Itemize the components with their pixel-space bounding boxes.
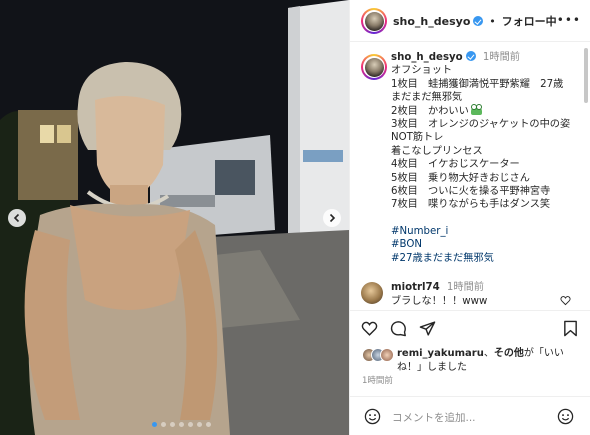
photo-scene: [0, 0, 349, 435]
comment-composer: コメントを追加...: [350, 396, 590, 435]
caption-author-avatar[interactable]: [361, 54, 387, 80]
comment-input[interactable]: コメントを追加...: [392, 410, 476, 425]
slide-dot: [179, 422, 184, 427]
comment: miotrl74 1時間前 ブラしな！！！www: [391, 281, 561, 309]
heart-icon[interactable]: [361, 320, 378, 337]
caption: sho_h_desyo 1時間前 オフショット 1枚目 蛙捕獲御満悦平野紫耀 2…: [391, 51, 581, 265]
likes-summary: remi_yakumaru、その他が「いいね！」しました: [397, 347, 587, 374]
slide-dot: [188, 422, 193, 427]
author-avatar[interactable]: [361, 8, 387, 34]
caption-line: NOT筋トレ: [391, 132, 444, 144]
slide-dot: [206, 422, 211, 427]
action-bar: remi_yakumaru、その他が「いいね！」しました 1時間前 コメントを追…: [350, 310, 590, 435]
caption-line: オフショット: [391, 65, 453, 77]
comments-scrollbar[interactable]: [584, 48, 588, 103]
caption-line: 着こなしプリンセス: [391, 145, 483, 157]
following-button[interactable]: フォロー中: [502, 15, 557, 28]
caption-line: 5枚目 乗り物大好きおじさん: [391, 172, 530, 184]
post-side-panel: sho_h_desyo • フォロー中 ••• sho_h_desyo 1時間前…: [349, 0, 590, 435]
previous-slide-button[interactable]: [8, 209, 26, 227]
caption-line: 2枚目 かわいい: [391, 105, 469, 117]
comment-text: ブラしな！！！www: [391, 296, 488, 307]
slide-dot: [152, 422, 157, 427]
next-slide-button[interactable]: [323, 209, 341, 227]
commenter-avatar[interactable]: [361, 282, 383, 304]
author-username[interactable]: sho_h_desyo: [393, 15, 470, 28]
caption-line: 4枚目 イケおじスケーター: [391, 159, 520, 171]
caption-username[interactable]: sho_h_desyo: [391, 52, 463, 63]
header-separator: •: [489, 15, 496, 28]
slide-dot: [170, 422, 175, 427]
paper-plane-icon[interactable]: [419, 320, 436, 337]
caption-time: 1時間前: [482, 52, 520, 63]
caption-line: 6枚目 ついに火を操る平野神宮寺: [391, 186, 551, 198]
smiley-icon[interactable]: [364, 408, 381, 425]
caption-line: まだまだ無邪気: [391, 92, 463, 104]
author-line: sho_h_desyo • フォロー中: [393, 13, 557, 29]
comment-time: 1時間前: [446, 282, 484, 293]
caption-line: 1枚目 蛙捕獲御満悦平野紫耀 27歳: [391, 78, 564, 90]
verified-badge-icon: [473, 16, 484, 26]
emoji-picker-icon[interactable]: [557, 408, 574, 425]
caption-line: 7枚目 喋りながらも手はダンス笑: [391, 199, 551, 211]
hashtag-link[interactable]: #27歳まだまだ無邪気: [391, 252, 581, 265]
more-options-icon[interactable]: •••: [557, 13, 581, 27]
comment-like-heart-icon[interactable]: [560, 295, 571, 306]
others-link[interactable]: その他: [494, 348, 524, 359]
likers-avatars: [362, 348, 396, 364]
hashtag-link[interactable]: #Number_i: [391, 225, 581, 238]
hashtag-link[interactable]: #BON: [391, 238, 581, 251]
slide-dot: [161, 422, 166, 427]
bookmark-icon[interactable]: [562, 320, 579, 337]
likes-separator: 、: [483, 348, 494, 359]
commenter-username[interactable]: miotrl74: [391, 282, 440, 293]
comment-bubble-icon[interactable]: [390, 320, 407, 337]
chevron-left-icon: [13, 213, 20, 223]
caption-line: 3枚目 オレンジのジャケットの中の姿: [391, 119, 571, 131]
comments-scroll-area[interactable]: sho_h_desyo 1時間前 オフショット 1枚目 蛙捕獲御満悦平野紫耀 2…: [350, 42, 590, 310]
chevron-right-icon: [329, 213, 336, 223]
slide-indicator: [152, 422, 211, 427]
frog-emoji-icon: [470, 103, 482, 115]
verified-badge-icon: [465, 51, 476, 61]
post-time[interactable]: 1時間前: [362, 374, 393, 386]
slide-dot: [197, 422, 202, 427]
post-photo[interactable]: [0, 0, 349, 435]
liker-username[interactable]: remi_yakumaru: [397, 348, 484, 359]
post-header: sho_h_desyo • フォロー中 •••: [350, 0, 590, 42]
